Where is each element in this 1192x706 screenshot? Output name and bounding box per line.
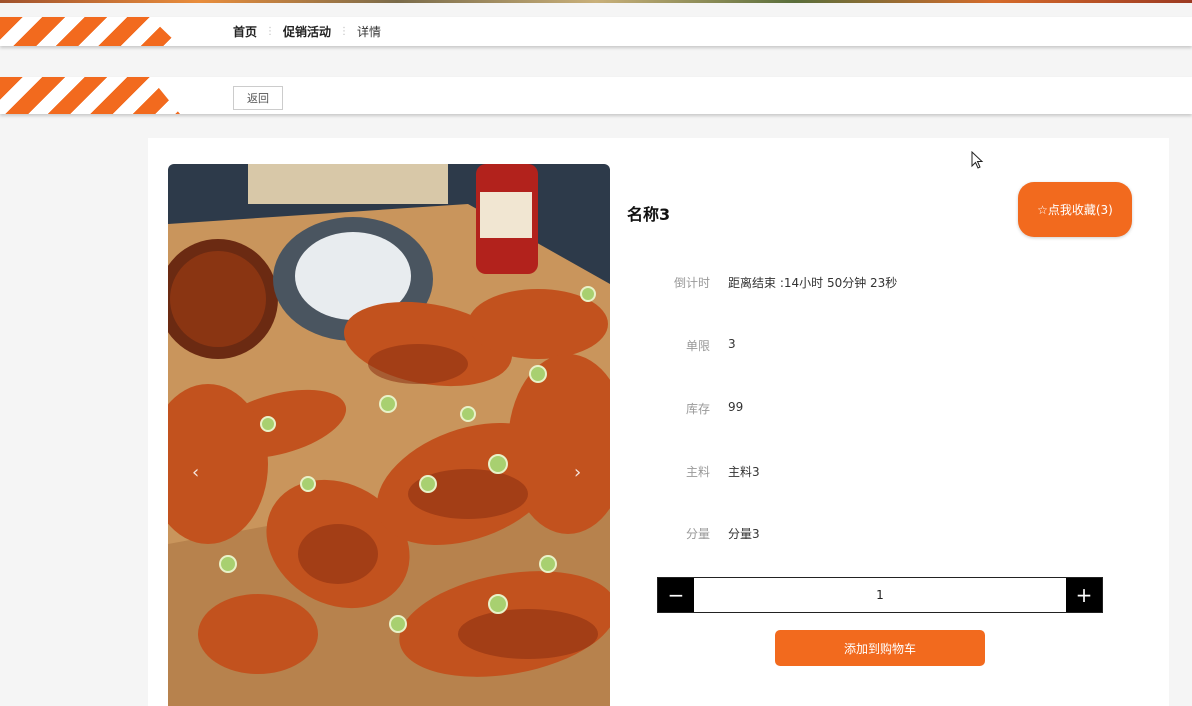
portion-label: 分量 [685, 527, 710, 541]
ingredient-label: 主料 [685, 465, 710, 479]
stripe-decoration [0, 77, 180, 114]
breadcrumb-home[interactable]: 首页 [233, 23, 257, 40]
carousel-next-button[interactable]: › [574, 464, 581, 482]
stock-value: 99 [728, 400, 744, 414]
breadcrumb-separator: ⋮ [339, 26, 350, 37]
breadcrumb-promotion[interactable]: 促销活动 [283, 23, 331, 40]
countdown-label: 倒计时 [673, 276, 710, 290]
breadcrumb-bar: 首页 ⋮ 促销活动 ⋮ 详情 [0, 17, 1192, 46]
product-panel: ‹ › 名称3 ☆点我收藏(3) 倒计时 距离结束 :14小时 50分钟 23秒… [148, 138, 1169, 706]
countdown-value: 距离结束 :14小时 50分钟 23秒 [728, 276, 898, 290]
back-button[interactable]: 返回 [233, 86, 283, 110]
decrement-button[interactable]: − [658, 578, 694, 612]
portion-value: 分量3 [728, 527, 760, 541]
product-image [168, 164, 610, 706]
product-name: 名称3 [627, 205, 671, 224]
mouse-cursor-icon [971, 151, 984, 169]
favorite-button[interactable]: ☆点我收藏(3) [1018, 182, 1132, 237]
breadcrumb-detail: 详情 [357, 25, 382, 39]
ingredient-value: 主料3 [728, 465, 760, 479]
toolbar: 返回 [0, 77, 1192, 114]
product-image-carousel[interactable]: ‹ › [168, 164, 610, 706]
limit-value: 3 [728, 337, 736, 351]
stripe-decoration [0, 17, 180, 46]
add-to-cart-button[interactable]: 添加到购物车 [775, 630, 985, 666]
limit-label: 单限 [685, 339, 710, 353]
quantity-stepper: − 1 + [657, 577, 1103, 613]
top-decor-line [0, 0, 1192, 3]
breadcrumb: 首页 ⋮ 促销活动 ⋮ 详情 [233, 17, 381, 46]
increment-button[interactable]: + [1066, 578, 1102, 612]
stock-label: 库存 [685, 402, 710, 416]
quantity-input[interactable]: 1 [694, 578, 1066, 612]
breadcrumb-separator: ⋮ [265, 26, 276, 37]
carousel-prev-button[interactable]: ‹ [192, 464, 199, 482]
